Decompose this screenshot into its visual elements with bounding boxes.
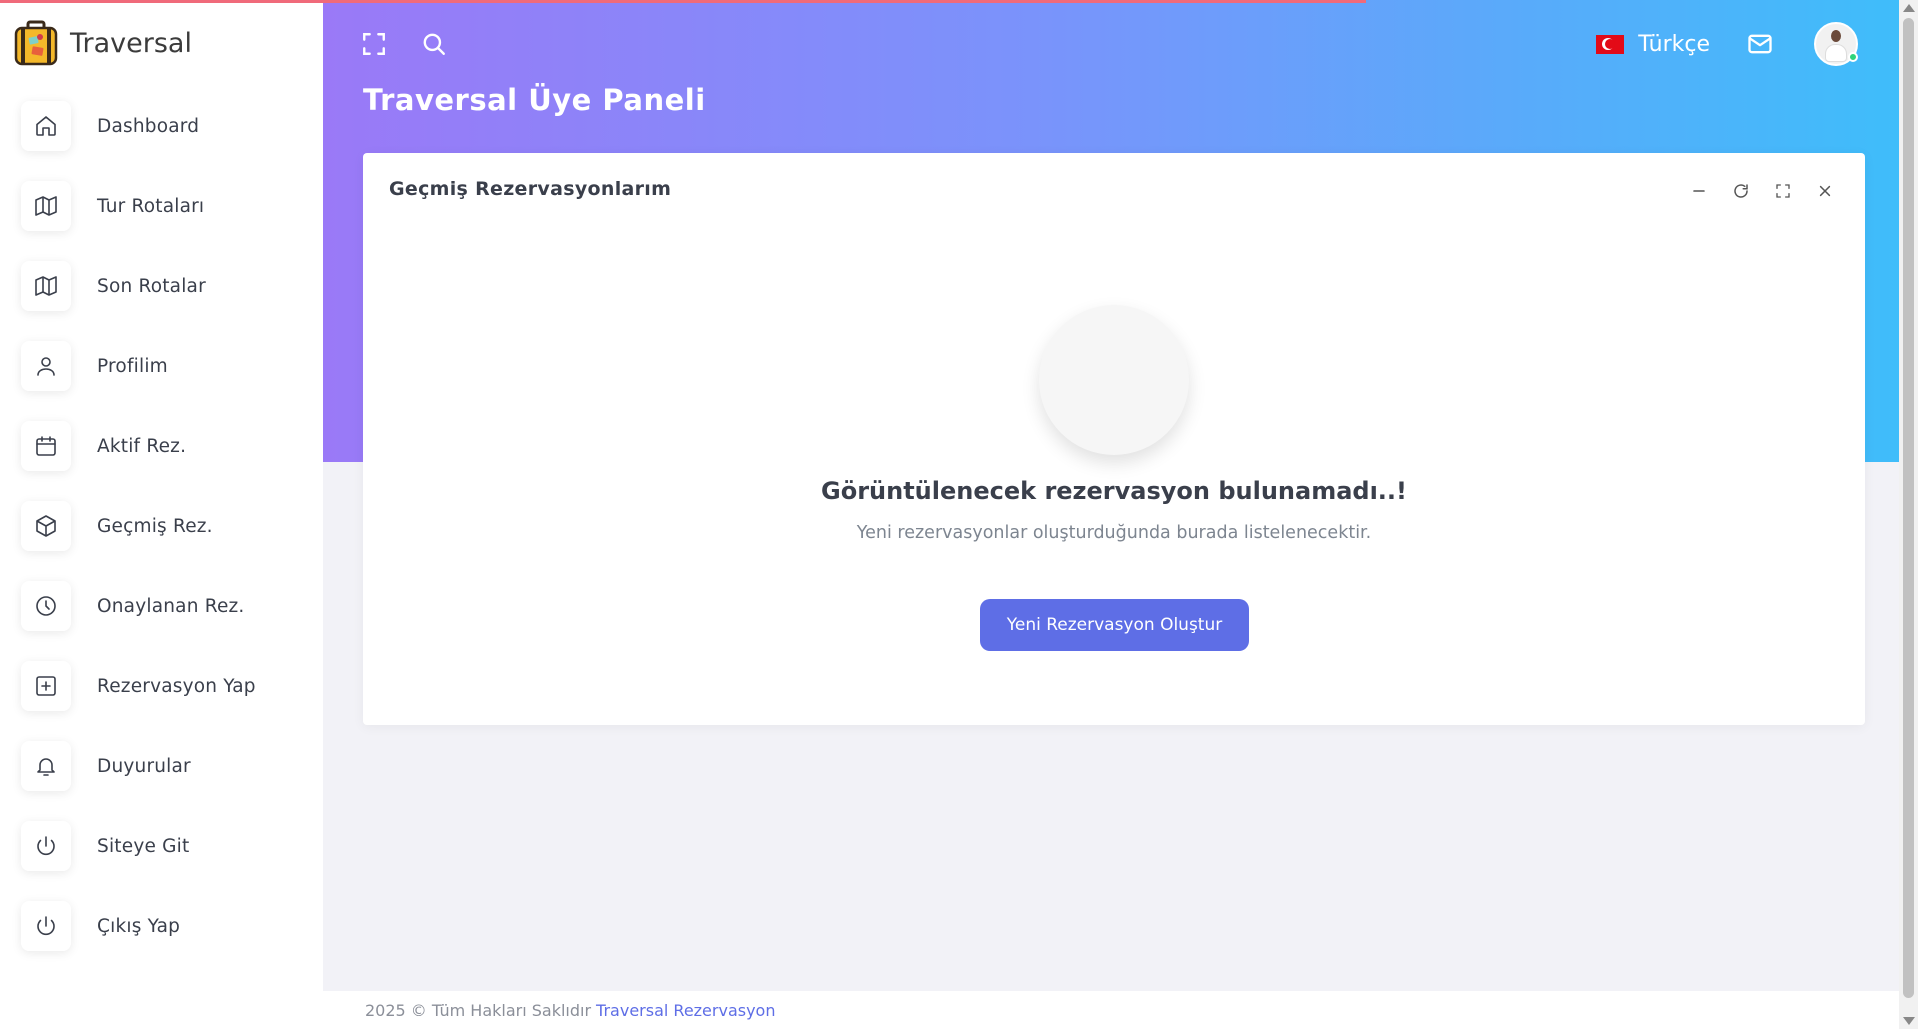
card-tools [1689, 181, 1835, 201]
sidebar-item-approved-reservations[interactable]: Onaylanan Rez. [0, 566, 323, 646]
sidebar-item-dashboard[interactable]: Dashboard [0, 86, 323, 166]
sidebar-item-label: Duyurular [97, 755, 191, 777]
online-status-dot [1848, 52, 1858, 62]
sidebar-item-tour-routes[interactable]: Tur Rotaları [0, 166, 323, 246]
plus-square-icon [21, 661, 71, 711]
card-title: Geçmiş Rezervasyonlarım [389, 178, 672, 200]
turkey-flag-icon [1596, 34, 1625, 54]
sidebar-item-active-reservations[interactable]: Aktif Rez. [0, 406, 323, 486]
sidebar-item-label: Geçmiş Rez. [97, 515, 213, 537]
sidebar-item-recent-routes[interactable]: Son Rotalar [0, 246, 323, 326]
sidebar: Traversal Dashboard Tur Rotaları Son Rot… [0, 0, 323, 1029]
mail-icon[interactable] [1746, 30, 1774, 58]
clock-icon [21, 581, 71, 631]
past-reservations-card: Geçmiş Rezervasyonlarım Görüntülenecek r… [363, 153, 1865, 725]
scrollbar-thumb[interactable] [1903, 18, 1914, 998]
map-icon [21, 261, 71, 311]
sidebar-item-label: Çıkış Yap [97, 915, 181, 937]
sidebar-item-label: Onaylanan Rez. [97, 595, 245, 617]
sidebar-item-label: Siteye Git [97, 835, 190, 857]
scroll-up-arrow-icon[interactable] [1903, 4, 1915, 12]
sidebar-nav: Dashboard Tur Rotaları Son Rotalar Profi… [0, 86, 323, 966]
expand-icon[interactable] [1773, 181, 1793, 201]
language-selector[interactable]: Türkçe [1596, 32, 1710, 57]
sidebar-item-past-reservations[interactable]: Geçmiş Rez. [0, 486, 323, 566]
suitcase-logo-icon [14, 20, 58, 66]
sidebar-item-label: Rezervasyon Yap [97, 675, 256, 697]
box-icon [21, 501, 71, 551]
user-icon [21, 341, 71, 391]
scroll-down-arrow-icon[interactable] [1903, 1017, 1915, 1025]
calendar-icon [21, 421, 71, 471]
sidebar-item-announcements[interactable]: Duyurular [0, 726, 323, 806]
sidebar-item-profile[interactable]: Profilim [0, 326, 323, 406]
bell-icon [21, 741, 71, 791]
brand-name: Traversal [70, 27, 192, 59]
map-icon [21, 181, 71, 231]
page-title: Traversal Üye Paneli [363, 83, 706, 117]
footer: 2025 © Tüm Hakları Saklıdır Traversal Re… [323, 991, 1899, 1029]
sidebar-item-go-to-site[interactable]: Siteye Git [0, 806, 323, 886]
power-icon [21, 901, 71, 951]
empty-state-illustration [1039, 305, 1189, 455]
home-icon [21, 101, 71, 151]
minimize-icon[interactable] [1689, 181, 1709, 201]
create-reservation-button[interactable]: Yeni Rezervasyon Oluştur [980, 599, 1249, 651]
language-label: Türkçe [1638, 31, 1710, 57]
sidebar-item-label: Dashboard [97, 115, 200, 137]
empty-state-title: Görüntülenecek rezervasyon bulunamadı..! [821, 477, 1407, 505]
empty-state-subtitle: Yeni rezervasyonlar oluşturduğunda burad… [856, 523, 1372, 543]
sidebar-item-make-reservation[interactable]: Rezervasyon Yap [0, 646, 323, 726]
power-icon [21, 821, 71, 871]
user-avatar[interactable] [1814, 22, 1858, 66]
footer-copyright: 2025 © Tüm Hakları Saklıdır [365, 1000, 592, 1020]
footer-link[interactable]: Traversal Rezervasyon [596, 1001, 775, 1020]
search-icon[interactable] [420, 30, 448, 58]
topbar: Türkçe [360, 22, 1858, 66]
sidebar-item-logout[interactable]: Çıkış Yap [0, 886, 323, 966]
page-loading-progress [0, 0, 1366, 3]
close-icon[interactable] [1815, 181, 1835, 201]
refresh-icon[interactable] [1731, 181, 1751, 201]
sidebar-item-label: Tur Rotaları [97, 195, 205, 217]
fullscreen-icon[interactable] [360, 30, 388, 58]
brand[interactable]: Traversal [0, 0, 323, 86]
page-scrollbar[interactable] [1899, 0, 1918, 1029]
sidebar-item-label: Aktif Rez. [97, 435, 187, 457]
sidebar-item-label: Son Rotalar [97, 275, 206, 297]
sidebar-item-label: Profilim [97, 355, 168, 377]
